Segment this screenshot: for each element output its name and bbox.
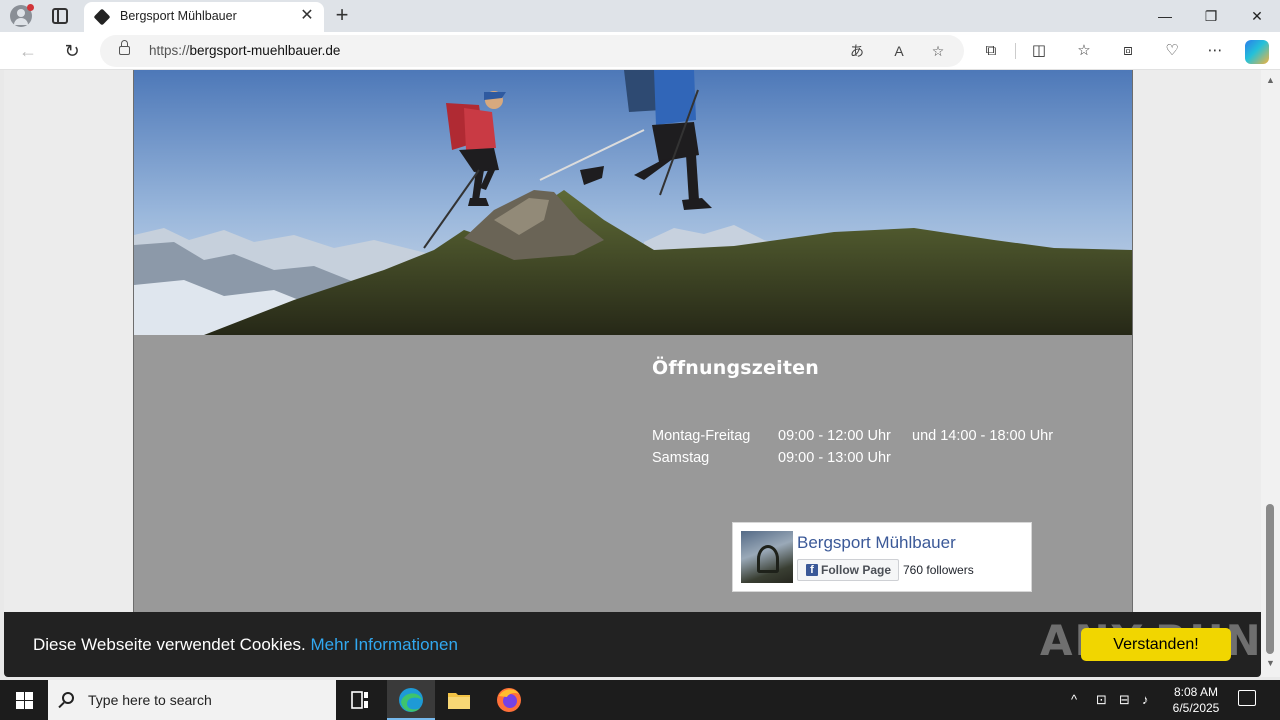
split-screen-icon[interactable]: ◫ <box>1028 40 1050 62</box>
url-text[interactable]: https://bergsport-muehlbauer.de <box>149 43 340 58</box>
facebook-page-widget: Bergsport Mühlbauer f Follow Page 760 fo… <box>732 522 1032 592</box>
more-info-link[interactable]: Mehr Informationen <box>311 635 458 654</box>
page-scrollbar[interactable]: ▲ ▼ <box>1261 70 1280 677</box>
close-tab-icon[interactable]: ✕ <box>298 7 316 25</box>
follow-page-button[interactable]: f Follow Page <box>797 559 899 581</box>
hours-days: Montag-Freitag <box>652 428 751 444</box>
hours-morning: 09:00 - 13:00 Uhr <box>778 450 891 466</box>
site-favicon-icon <box>93 8 111 26</box>
edge-browser-icon[interactable] <box>387 680 435 720</box>
translate-icon[interactable]: あ <box>847 41 867 61</box>
browser-tab[interactable]: Bergsport Mühlbauer ✕ <box>84 2 324 32</box>
browser-essentials-icon[interactable]: ♡ <box>1161 40 1183 62</box>
cookie-banner: Diese Webseite verwendet Cookies. Mehr I… <box>4 612 1261 677</box>
facebook-followers-count: 760 followers <box>903 563 974 577</box>
scroll-down-icon[interactable]: ▼ <box>1265 658 1276 669</box>
firefox-icon[interactable] <box>485 680 533 720</box>
windows-start-icon[interactable] <box>0 680 48 720</box>
clock-date: 6/5/2025 <box>1172 701 1220 715</box>
refresh-icon[interactable]: ↻ <box>59 38 85 64</box>
notification-dot <box>27 4 34 11</box>
address-bar[interactable]: https://bergsport-muehlbauer.de あ A ☆ <box>100 35 964 67</box>
more-menu-icon[interactable]: ⋯ <box>1204 40 1226 62</box>
new-tab-icon[interactable]: + <box>331 4 353 26</box>
security-tray-icon[interactable]: ⊡ <box>1096 692 1107 708</box>
cookie-message: Diese Webseite verwendet Cookies. Mehr I… <box>33 635 458 654</box>
browser-toolbar: ← ↻ https://bergsport-muehlbauer.de あ A … <box>0 32 1280 70</box>
taskbar-clock[interactable]: 8:08 AM 6/5/2025 <box>1166 684 1226 716</box>
minimize-button[interactable]: — <box>1142 0 1188 32</box>
task-view-icon[interactable] <box>336 680 384 720</box>
copilot-icon[interactable] <box>1245 40 1269 64</box>
tab-strip: Bergsport Mühlbauer ✕ + — ❐ ✕ <box>0 0 1280 32</box>
accept-cookies-button[interactable]: Verstanden! <box>1081 628 1231 661</box>
opening-hours-title: Öffnungszeiten <box>652 357 819 379</box>
hero-image <box>134 70 1132 335</box>
close-window-button[interactable]: ✕ <box>1234 0 1280 32</box>
clock-time: 8:08 AM <box>1173 685 1219 699</box>
facebook-page-name[interactable]: Bergsport Mühlbauer <box>797 533 956 553</box>
scroll-thumb[interactable] <box>1266 504 1274 654</box>
show-hidden-icons[interactable]: ^ <box>1071 692 1077 707</box>
hours-days: Samstag <box>652 450 710 466</box>
page-viewport: Öffnungszeiten Montag-Freitag 09:00 - 12… <box>4 70 1261 677</box>
search-icon <box>62 692 74 704</box>
read-aloud-icon[interactable]: A <box>889 41 909 61</box>
file-explorer-icon[interactable] <box>435 680 483 720</box>
taskbar: Type here to search ^ ⊡ ⊟ ♪ 8:08 AM 6/5/… <box>0 680 1280 720</box>
collections-icon[interactable]: ⧈ <box>1117 40 1139 62</box>
toolbar-divider <box>1015 43 1016 59</box>
restore-button[interactable]: ❐ <box>1188 0 1234 32</box>
tab-title: Bergsport Mühlbauer <box>120 9 237 23</box>
site-container: Öffnungszeiten Montag-Freitag 09:00 - 12… <box>133 70 1133 612</box>
taskbar-search[interactable]: Type here to search <box>48 680 336 720</box>
lock-icon[interactable] <box>119 40 130 55</box>
favorite-star-icon[interactable]: ☆ <box>928 41 948 61</box>
hours-morning: 09:00 - 12:00 Uhr <box>778 428 891 444</box>
hours-afternoon: und 14:00 - 18:00 Uhr <box>912 428 1054 444</box>
scroll-up-icon[interactable]: ▲ <box>1265 75 1276 86</box>
profile-icon[interactable] <box>10 4 34 27</box>
tab-actions-icon[interactable] <box>52 8 68 24</box>
facebook-page-thumbnail[interactable] <box>741 531 793 583</box>
favorites-icon[interactable]: ☆ <box>1073 40 1095 62</box>
extensions-icon[interactable]: ⧉ <box>980 40 1002 62</box>
notifications-icon[interactable] <box>1238 690 1256 706</box>
volume-icon[interactable]: ♪ <box>1142 692 1149 707</box>
search-placeholder: Type here to search <box>88 692 212 708</box>
facebook-logo-icon: f <box>806 564 818 576</box>
back-arrow-icon[interactable]: ← <box>15 38 41 64</box>
network-icon[interactable]: ⊟ <box>1119 692 1130 708</box>
